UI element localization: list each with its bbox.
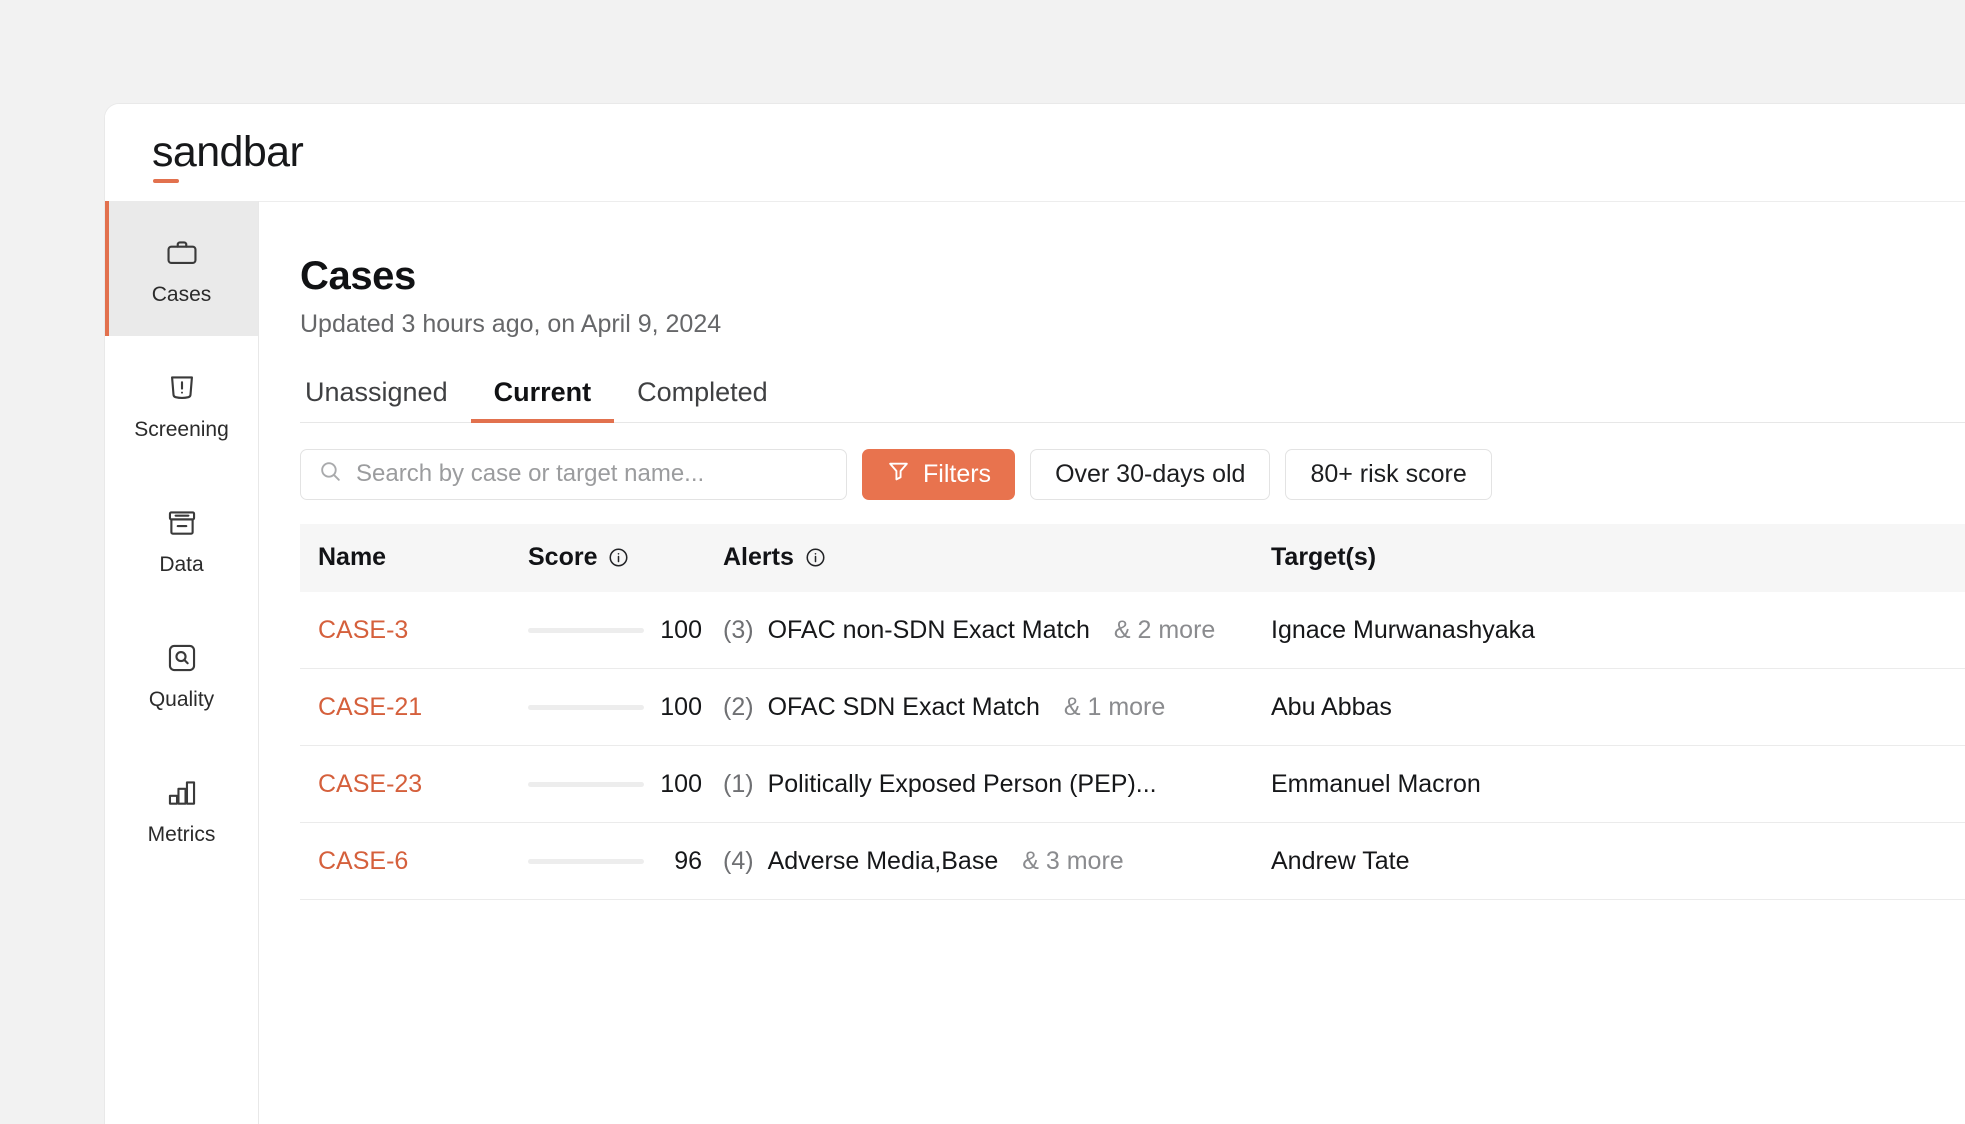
column-header-targets[interactable]: Target(s)	[1253, 523, 1965, 592]
column-header-label: Target(s)	[1271, 543, 1377, 572]
table-body: CASE-3 100 (3) OFAC non-SDN Exact Match …	[300, 591, 1965, 901]
column-header-label: Name	[318, 543, 387, 572]
score-bar	[528, 627, 644, 633]
tab-completed[interactable]: Completed	[614, 377, 791, 422]
alert-more: & 1 more	[1063, 692, 1166, 721]
cell-name: CASE-21	[300, 668, 510, 747]
shield-alert-icon	[162, 368, 202, 408]
sidebar-item-metrics[interactable]: Metrics	[105, 741, 258, 876]
cell-target: Abu Abbas	[1253, 668, 1965, 747]
cell-alerts: (1) Politically Exposed Person (PEP)...	[705, 745, 1253, 824]
cell-score: 100	[510, 591, 705, 670]
filters-button[interactable]: Filters	[862, 448, 1016, 500]
alert-count: (2)	[723, 692, 754, 721]
cell-name: CASE-23	[300, 745, 510, 824]
table-row[interactable]: CASE-3 100 (3) OFAC non-SDN Exact Match …	[300, 591, 1965, 670]
info-icon[interactable]	[607, 546, 630, 569]
column-header-alerts[interactable]: Alerts	[705, 523, 1253, 592]
cell-alerts: (3) OFAC non-SDN Exact Match & 2 more	[705, 591, 1253, 670]
search-input[interactable]	[356, 460, 829, 489]
sidebar-item-screening[interactable]: Screening	[105, 336, 258, 471]
score-bar	[528, 781, 644, 787]
score-bar	[528, 704, 644, 710]
table-row[interactable]: CASE-21 100 (2) OFAC SDN Exact Match & 1…	[300, 668, 1965, 747]
table-row[interactable]: CASE-23 100 (1) Politically Exposed Pers…	[300, 745, 1965, 824]
table-header: Name Score Alerts Target(s)	[300, 523, 1965, 592]
sidebar-item-quality[interactable]: Quality	[105, 606, 258, 741]
magnifier-square-icon	[162, 638, 202, 678]
alert-count: (1)	[723, 769, 754, 798]
tab-current[interactable]: Current	[470, 377, 615, 423]
table-row[interactable]: CASE-6 96 (4) Adverse Media,Base & 3 mor…	[300, 822, 1965, 901]
alert-primary: Adverse Media,Base	[767, 846, 999, 875]
alert-more: & 3 more	[1022, 846, 1124, 875]
column-header-label: Alerts	[723, 543, 794, 572]
tab-bar: Unassigned Current Completed	[300, 377, 1965, 423]
sidebar-item-data[interactable]: Data	[105, 471, 258, 606]
cell-alerts: (2) OFAC SDN Exact Match & 1 more	[705, 668, 1253, 747]
alert-count: (3)	[723, 615, 754, 644]
alert-primary: OFAC SDN Exact Match	[767, 692, 1040, 721]
logo[interactable]: sandbar	[152, 128, 304, 183]
score-value: 96	[674, 846, 702, 875]
cell-score: 100	[510, 668, 705, 747]
sidebar-item-label: Screening	[134, 417, 229, 441]
cell-target: Ignace Murwanashyaka	[1253, 591, 1965, 670]
briefcase-icon	[162, 233, 202, 273]
app-window: sandbar Cases Screening Data Quality Met…	[105, 104, 1965, 1124]
filter-chip-over-30-days-old[interactable]: Over 30-days old	[1030, 448, 1271, 500]
cases-table: Name Score Alerts Target(s) CASE-3 100 (…	[300, 523, 1965, 901]
column-header-label: Score	[528, 543, 598, 572]
score-value: 100	[660, 769, 702, 798]
cell-score: 96	[510, 822, 705, 901]
cell-name: CASE-6	[300, 822, 510, 901]
page-subtitle: Updated 3 hours ago, on April 9, 2024	[300, 309, 722, 338]
main-content: Cases Updated 3 hours ago, on April 9, 2…	[259, 201, 1965, 1124]
info-icon[interactable]	[804, 546, 827, 569]
score-bar	[528, 858, 644, 864]
cell-alerts: (4) Adverse Media,Base & 3 more	[705, 822, 1253, 901]
sidebar: Cases Screening Data Quality Metrics	[105, 201, 259, 1124]
sidebar-item-label: Quality	[148, 687, 215, 711]
case-link[interactable]: CASE-21	[318, 693, 422, 721]
table-header-row: Name Score Alerts Target(s)	[300, 523, 1965, 592]
cell-name: CASE-3	[300, 591, 510, 670]
column-header-score[interactable]: Score	[510, 523, 705, 592]
sidebar-item-cases[interactable]: Cases	[105, 201, 258, 336]
score-value: 100	[660, 615, 702, 644]
alert-primary: OFAC non-SDN Exact Match	[767, 615, 1090, 644]
cell-target: Emmanuel Macron	[1253, 745, 1965, 824]
case-link[interactable]: CASE-23	[318, 770, 422, 798]
tab-unassigned[interactable]: Unassigned	[300, 377, 471, 422]
logo-text: sandbar	[152, 128, 304, 176]
cell-target: Andrew Tate	[1253, 822, 1965, 901]
alert-more: & 2 more	[1113, 615, 1216, 644]
score-value: 100	[660, 692, 702, 721]
brand-bar: sandbar	[105, 104, 1965, 201]
page-title: Cases	[300, 254, 416, 298]
column-header-name[interactable]: Name	[300, 523, 510, 592]
search-box[interactable]	[300, 448, 847, 500]
logo-underline-accent	[153, 179, 179, 183]
bar-chart-icon	[162, 773, 202, 813]
case-link[interactable]: CASE-6	[318, 847, 408, 875]
body-split: Cases Screening Data Quality Metrics Cas…	[105, 201, 1965, 1124]
filter-toolbar: Filters Over 30-days old 80+ risk score	[300, 448, 1965, 500]
search-icon	[318, 459, 343, 489]
cell-score: 100	[510, 745, 705, 824]
sidebar-item-label: Data	[159, 552, 204, 576]
alert-primary: Politically Exposed Person (PEP)...	[767, 769, 1157, 798]
sidebar-item-label: Cases	[151, 282, 212, 306]
case-link[interactable]: CASE-3	[318, 616, 408, 644]
filters-button-label: Filters	[923, 459, 992, 488]
archive-box-icon	[162, 503, 202, 543]
alert-count: (4)	[723, 846, 754, 875]
filter-chip-80-plus-risk-score[interactable]: 80+ risk score	[1285, 448, 1492, 500]
funnel-icon	[886, 458, 911, 490]
sidebar-item-label: Metrics	[147, 822, 216, 846]
